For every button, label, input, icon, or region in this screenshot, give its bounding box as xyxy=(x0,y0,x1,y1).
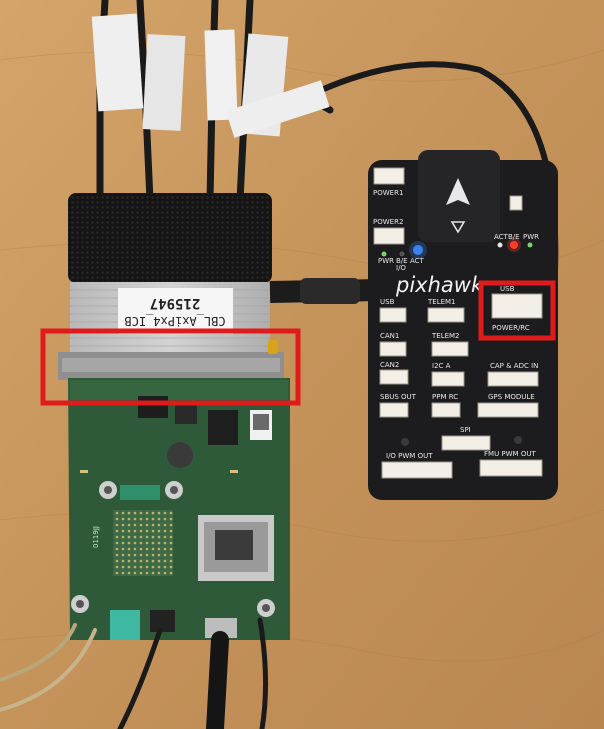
label-power2: POWER2 xyxy=(373,218,403,226)
led-label-act: ACT xyxy=(410,257,425,265)
led-label-pwr-right: PWR xyxy=(523,233,539,241)
label-telem2: TELEM2 xyxy=(431,332,460,340)
label-gps-module: GPS MODULE xyxy=(488,393,535,401)
label-io-pwm-out: I/O PWM OUT xyxy=(386,452,433,460)
pcb-silkscreen: 0119JJ xyxy=(92,526,100,548)
ribbon-label-line2: 215947 xyxy=(150,295,201,311)
led-label-io: I/O xyxy=(396,264,406,272)
label-sbus-out: SBUS OUT xyxy=(380,393,417,401)
label-i2c-a: I2C A xyxy=(432,362,451,370)
ribbon-label-line1: CBL_AxiPx4_ICB xyxy=(124,314,225,328)
led-label-be-right: B/E xyxy=(508,233,520,241)
label-power-rc: POWER/RC xyxy=(492,324,530,332)
led-act-right xyxy=(497,242,503,248)
label-fmu-pwm-out: FMU PWM OUT xyxy=(484,450,536,458)
led-be-left xyxy=(399,251,405,257)
led-label-act-right: ACT xyxy=(494,233,509,241)
label-usb-box: USB xyxy=(500,285,515,293)
label-can1: CAN1 xyxy=(380,332,399,340)
photo-scene: CBL_AxiPx4_ICB 215947 0119JJ POWER1 POWE… xyxy=(0,0,604,729)
led-pwr-right xyxy=(527,242,533,248)
label-spi: SPI xyxy=(460,426,471,434)
pixhawk-logo: pixhawk xyxy=(395,273,484,297)
label-power1: POWER1 xyxy=(373,189,403,197)
label-cap-adc-in: CAP & ADC IN xyxy=(490,362,538,370)
label-ppm-rc: PPM RC xyxy=(432,393,458,401)
led-label-pwr: PWR xyxy=(378,257,394,265)
label-telem1: TELEM1 xyxy=(427,298,456,306)
led-pwr xyxy=(381,251,387,257)
label-can2: CAN2 xyxy=(380,361,399,369)
bga-chip xyxy=(113,510,173,576)
cable-mesh-sleeve xyxy=(68,193,272,283)
label-usb: USB xyxy=(380,298,395,306)
